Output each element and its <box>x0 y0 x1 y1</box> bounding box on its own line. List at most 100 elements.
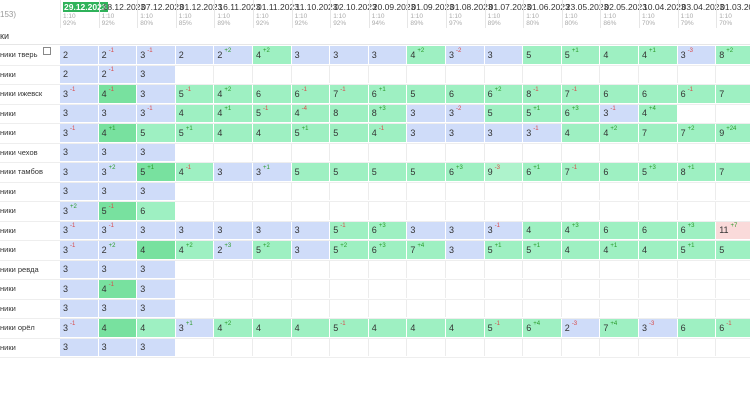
position-cell[interactable] <box>561 280 601 298</box>
position-cell[interactable]: 3 +2 <box>98 163 138 181</box>
position-cell[interactable]: 4 +1 <box>98 124 138 142</box>
position-cell[interactable] <box>716 143 750 161</box>
position-cell[interactable] <box>368 280 408 298</box>
position-cell[interactable] <box>716 104 750 122</box>
row-label[interactable]: ники чехов <box>0 143 60 163</box>
position-cell[interactable]: 3 <box>407 104 446 122</box>
position-cell[interactable]: 6 +3 <box>368 221 408 239</box>
position-cell[interactable] <box>600 65 639 83</box>
position-cell[interactable] <box>600 280 639 298</box>
row-label[interactable]: ники тамбов <box>0 162 60 182</box>
position-cell[interactable] <box>175 143 215 161</box>
position-cell[interactable]: 3 <box>137 143 176 161</box>
position-cell[interactable]: 3 +2 <box>60 202 99 220</box>
position-cell[interactable] <box>484 143 524 161</box>
position-cell[interactable] <box>484 299 524 317</box>
position-cell[interactable] <box>639 202 678 220</box>
position-cell[interactable]: 6 <box>677 319 717 337</box>
position-cell[interactable]: 5 +1 <box>291 124 331 142</box>
position-cell[interactable] <box>214 280 253 298</box>
position-cell[interactable]: 3 <box>291 46 331 64</box>
position-cell[interactable]: 2 -1 <box>98 65 138 83</box>
position-cell[interactable]: 3 <box>60 338 99 356</box>
position-cell[interactable]: 6 <box>639 221 678 239</box>
position-cell[interactable] <box>175 338 215 356</box>
position-cell[interactable]: 5 <box>137 124 176 142</box>
position-cell[interactable]: 4 <box>137 241 176 259</box>
position-cell[interactable]: 3 <box>98 143 138 161</box>
position-cell[interactable] <box>677 65 717 83</box>
position-cell[interactable]: 4 +2 <box>600 124 639 142</box>
position-cell[interactable] <box>253 182 292 200</box>
position-cell[interactable] <box>291 338 331 356</box>
position-cell[interactable]: 6 -1 <box>677 85 717 103</box>
position-cell[interactable]: 4 <box>600 46 639 64</box>
position-cell[interactable] <box>639 280 678 298</box>
row-label[interactable]: ники <box>0 221 60 241</box>
position-cell[interactable]: 5 -1 <box>330 221 369 239</box>
position-cell[interactable]: 3 <box>98 260 138 278</box>
position-cell[interactable]: 5 +1 <box>677 241 717 259</box>
position-cell[interactable] <box>600 260 639 278</box>
row-label[interactable]: ники <box>0 182 60 202</box>
position-cell[interactable]: 4 +1 <box>639 46 678 64</box>
position-cell[interactable] <box>253 143 292 161</box>
row-label[interactable]: ники <box>0 104 60 124</box>
row-label[interactable]: ники орёл <box>0 318 60 338</box>
position-cell[interactable]: 7 <box>716 85 750 103</box>
position-cell[interactable] <box>407 280 446 298</box>
position-cell[interactable]: 4 <box>446 319 485 337</box>
position-cell[interactable] <box>407 65 446 83</box>
position-cell[interactable] <box>639 299 678 317</box>
position-cell[interactable]: 6 <box>639 85 678 103</box>
position-cell[interactable] <box>446 260 485 278</box>
position-cell[interactable]: 3 -1 <box>137 104 176 122</box>
position-cell[interactable]: 4 +2 <box>253 46 292 64</box>
position-cell[interactable]: 3 <box>291 241 331 259</box>
position-cell[interactable]: 6 +3 <box>677 221 717 239</box>
position-cell[interactable]: 6 <box>600 221 639 239</box>
position-cell[interactable]: 5 -1 <box>98 202 138 220</box>
position-cell[interactable]: 6 +2 <box>484 85 524 103</box>
position-cell[interactable] <box>330 202 369 220</box>
position-cell[interactable] <box>291 260 331 278</box>
position-cell[interactable]: 3 <box>98 338 138 356</box>
position-cell[interactable]: 3 <box>137 221 176 239</box>
position-cell[interactable] <box>600 143 639 161</box>
position-cell[interactable]: 3 <box>253 221 292 239</box>
position-cell[interactable]: 2 <box>60 65 99 83</box>
position-cell[interactable]: 4 -1 <box>98 280 138 298</box>
external-link-icon[interactable] <box>43 46 52 55</box>
date-column-header[interactable]: 01.06.2023 1:10 80% <box>523 0 570 28</box>
position-cell[interactable] <box>446 338 485 356</box>
position-cell[interactable]: 6 <box>253 85 292 103</box>
position-cell[interactable]: 3 <box>214 163 253 181</box>
row-label[interactable]: ники тверь <box>0 45 60 65</box>
position-cell[interactable]: 3 <box>60 260 99 278</box>
position-cell[interactable] <box>175 202 215 220</box>
position-cell[interactable]: 3 -3 <box>677 46 717 64</box>
position-cell[interactable]: 4 <box>253 319 292 337</box>
position-cell[interactable] <box>523 299 562 317</box>
position-cell[interactable]: 4 +2 <box>407 46 446 64</box>
position-cell[interactable]: 5 -1 <box>484 319 524 337</box>
date-column-header[interactable]: 01.08.2023 1:10 97% <box>446 0 493 28</box>
position-cell[interactable]: 3 <box>60 163 99 181</box>
position-cell[interactable] <box>716 280 750 298</box>
position-cell[interactable]: 3 -1 <box>600 104 639 122</box>
position-cell[interactable] <box>214 202 253 220</box>
position-cell[interactable] <box>407 143 446 161</box>
position-cell[interactable]: 4 +3 <box>561 221 601 239</box>
position-cell[interactable]: 4 <box>98 319 138 337</box>
date-column-header[interactable]: 03.04.2023 1:10 79% <box>677 0 724 28</box>
position-cell[interactable] <box>214 143 253 161</box>
position-cell[interactable] <box>291 182 331 200</box>
position-cell[interactable]: 7 +4 <box>600 319 639 337</box>
position-cell[interactable]: 3 <box>407 221 446 239</box>
position-cell[interactable]: 3 <box>60 280 99 298</box>
position-cell[interactable] <box>484 260 524 278</box>
position-cell[interactable]: 6 +3 <box>368 241 408 259</box>
position-cell[interactable]: 6 <box>600 85 639 103</box>
position-cell[interactable] <box>677 182 717 200</box>
position-cell[interactable]: 4 +1 <box>214 104 253 122</box>
